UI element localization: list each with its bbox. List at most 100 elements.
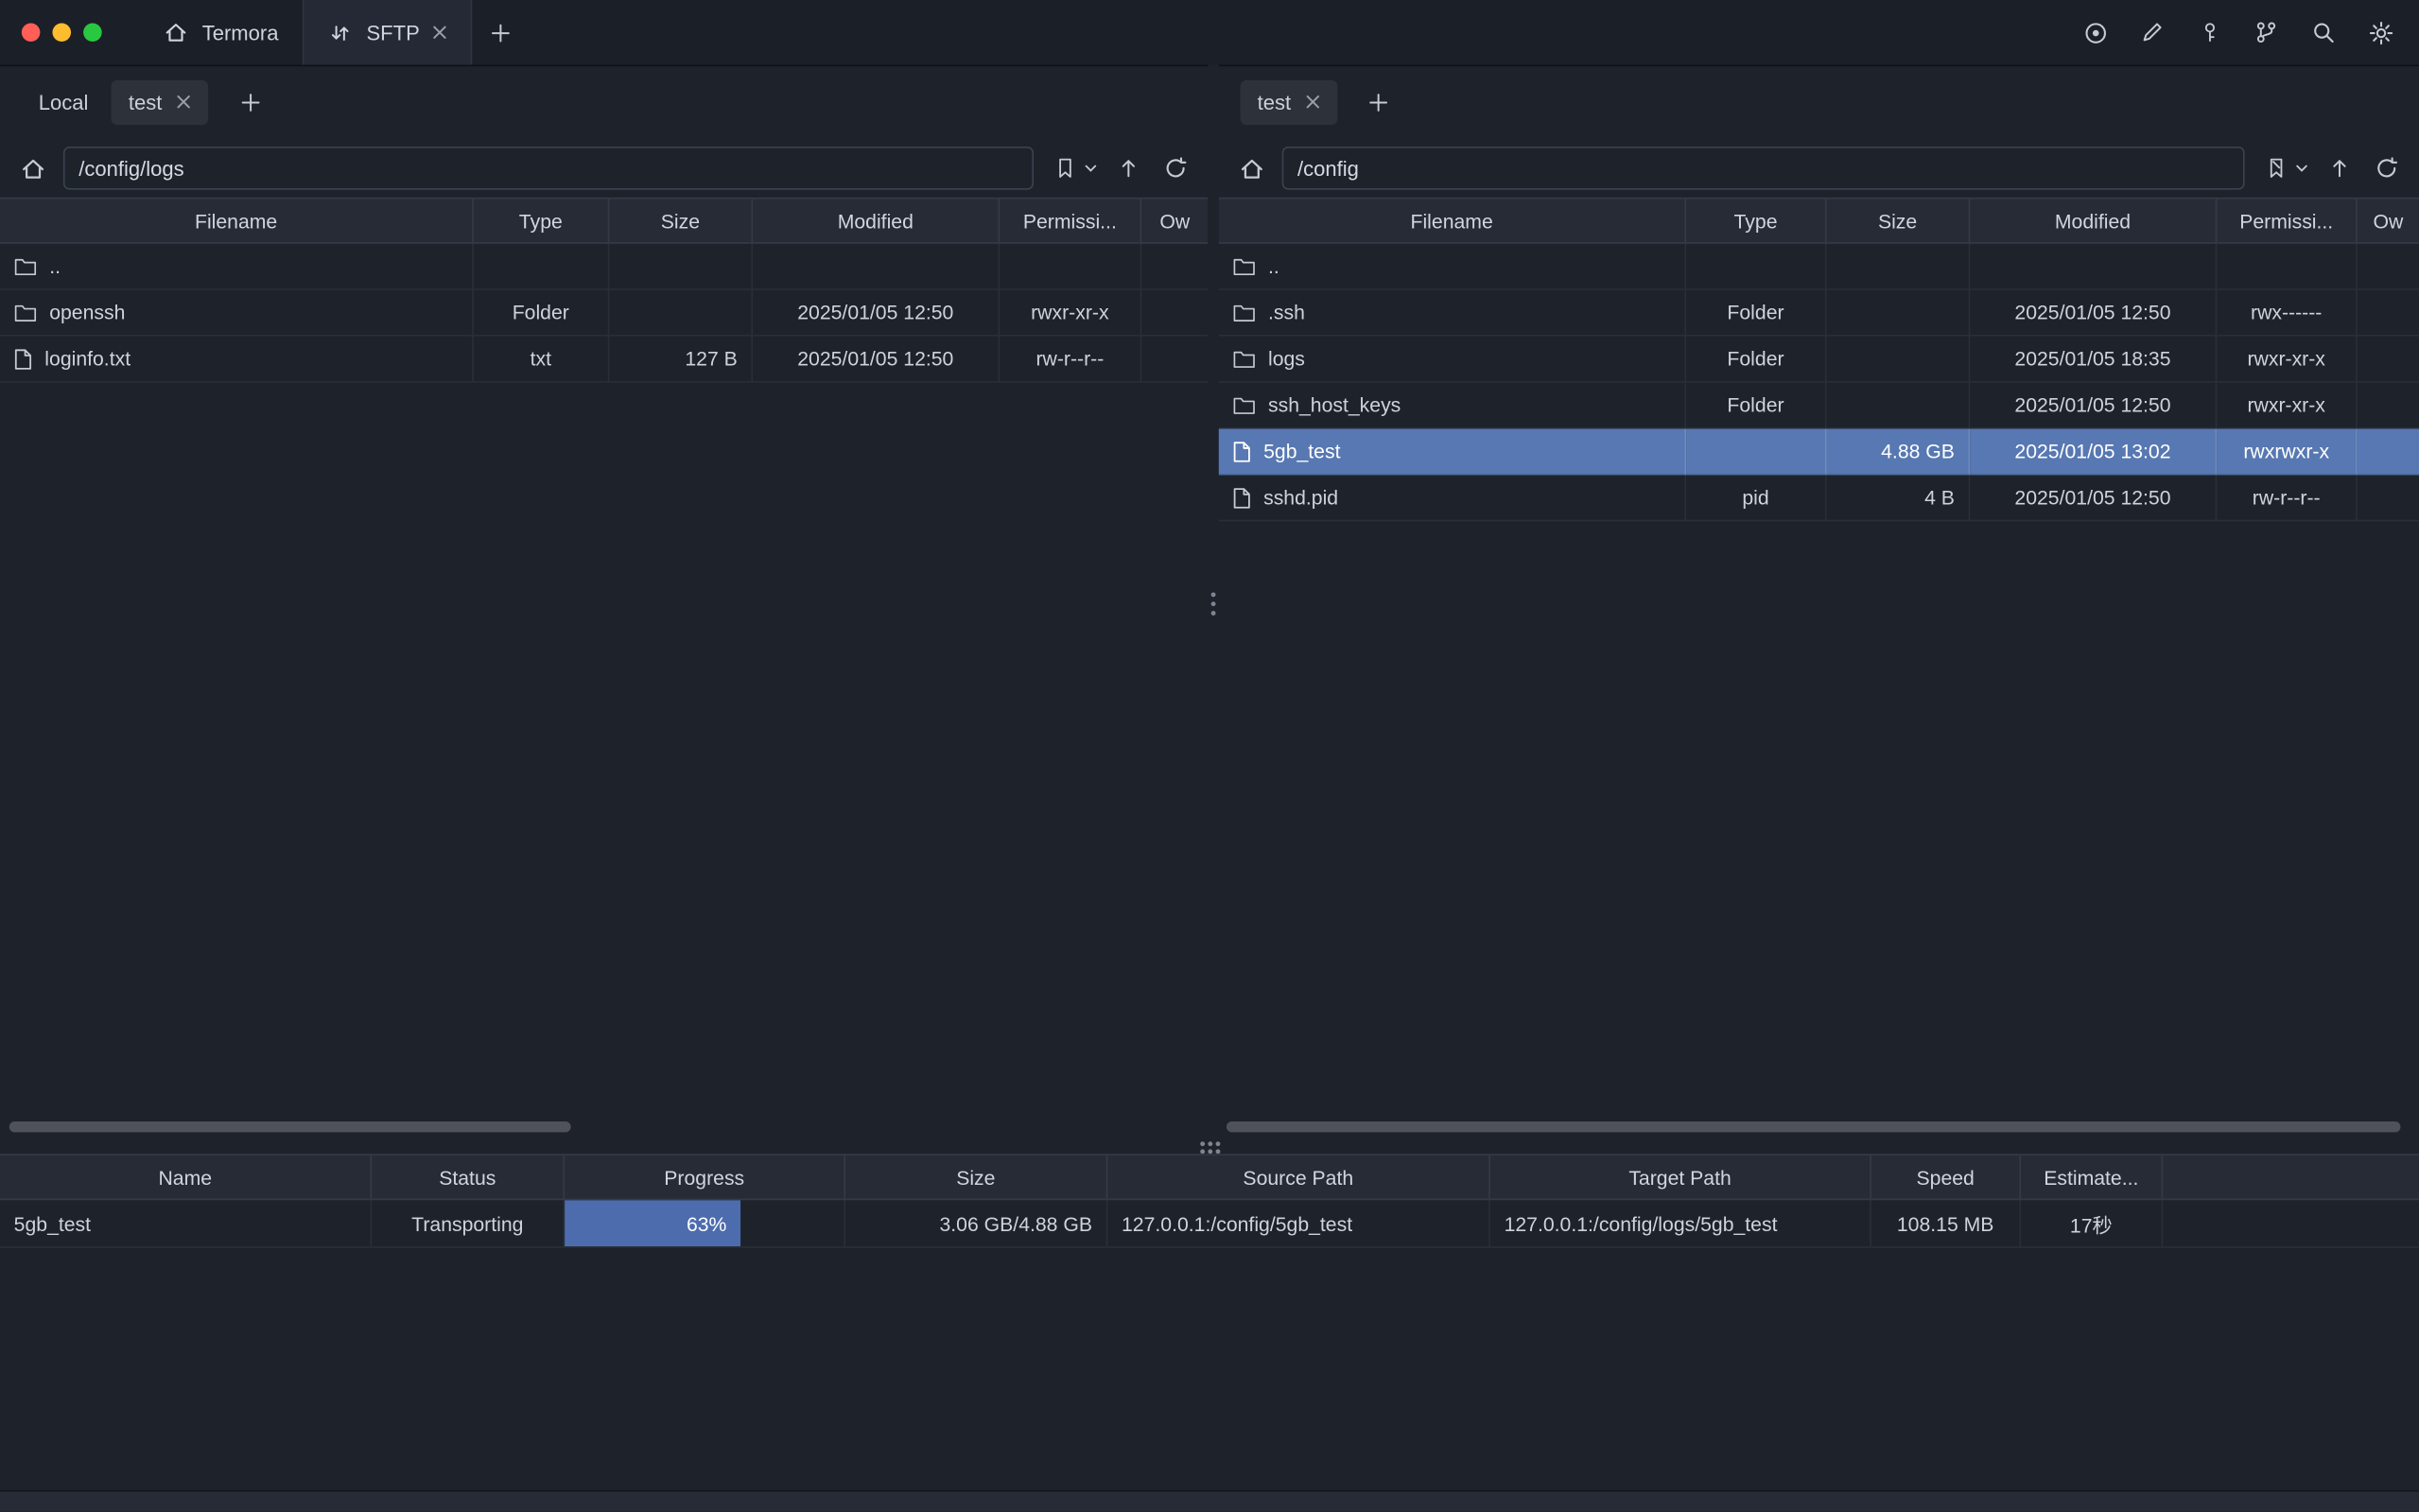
transfer-panel-splitter[interactable] — [0, 1141, 2419, 1154]
column-header-type[interactable]: Type — [474, 199, 610, 242]
app-tab-label: Termora — [202, 21, 279, 43]
folder-icon — [1232, 349, 1255, 369]
progress-bar: 63% — [565, 1200, 740, 1246]
pane-tab-label: test — [129, 90, 163, 113]
bookmark-button[interactable] — [1048, 151, 1097, 185]
column-header-speed[interactable]: Speed — [1871, 1156, 2021, 1199]
splitter-grip-icon — [1199, 1141, 1219, 1154]
transfer-row[interactable]: 5gb_test Transporting 63% 3.06 GB/4.88 G… — [0, 1200, 2419, 1248]
horizontal-scrollbar[interactable] — [1227, 1121, 2400, 1132]
column-header-permissions[interactable]: Permissi... — [1000, 199, 1141, 242]
splitter-grip-icon — [1211, 592, 1216, 615]
edit-icon[interactable] — [2138, 19, 2166, 46]
app-tab-bar: Termora SFTP — [139, 0, 528, 65]
app-tab-label: SFTP — [366, 21, 419, 43]
transfer-speed: 108.15 MB — [1871, 1200, 2021, 1248]
folder-icon — [14, 256, 37, 276]
close-tab-icon[interactable] — [432, 25, 447, 40]
column-header-estimate[interactable]: Estimate... — [2021, 1156, 2163, 1199]
transfer-status: Transporting — [372, 1200, 565, 1248]
chevron-down-icon — [2295, 162, 2307, 174]
home-icon[interactable] — [15, 151, 49, 185]
folder-icon — [1232, 395, 1255, 415]
column-header-target-path[interactable]: Target Path — [1490, 1156, 1871, 1199]
horizontal-scrollbar[interactable] — [9, 1121, 571, 1132]
local-pane-tab-bar: Local test — [0, 65, 1208, 139]
close-tab-icon[interactable] — [176, 95, 191, 110]
new-pane-tab-button[interactable] — [227, 80, 273, 124]
record-icon[interactable] — [2081, 19, 2109, 46]
folder-icon — [1232, 256, 1255, 276]
column-header-owner[interactable]: Ow — [2358, 199, 2419, 242]
tab-termora-home[interactable]: Termora — [139, 0, 302, 65]
local-path-input[interactable] — [63, 147, 1034, 190]
column-header-filler — [2163, 1156, 2419, 1199]
table-row[interactable]: .. — [0, 244, 1208, 290]
column-header-filename[interactable]: Filename — [1219, 199, 1686, 242]
settings-gear-icon[interactable] — [2367, 19, 2394, 46]
tab-sftp[interactable]: SFTP — [302, 0, 472, 65]
table-row[interactable]: ssh_host_keys Folder 2025/01/05 12:50 rw… — [1219, 383, 2419, 429]
table-row[interactable]: logs Folder 2025/01/05 18:35 rwxr-xr-x — [1219, 337, 2419, 383]
parent-directory-icon[interactable] — [1111, 151, 1145, 185]
chevron-down-icon — [1085, 162, 1097, 174]
remote-file-table: Filename Type Size Modified Permissi... … — [1219, 198, 2419, 522]
key-icon[interactable] — [2195, 19, 2222, 46]
new-pane-tab-button[interactable] — [1356, 80, 1402, 124]
column-header-progress[interactable]: Progress — [565, 1156, 845, 1199]
table-row[interactable]: sshd.pid pid 4 B 2025/01/05 12:50 rw-r--… — [1219, 475, 2419, 521]
refresh-icon[interactable] — [1158, 151, 1192, 185]
table-header-row: Filename Type Size Modified Permissi... … — [0, 198, 1208, 244]
column-header-source-path[interactable]: Source Path — [1107, 1156, 1490, 1199]
close-tab-icon[interactable] — [1305, 95, 1320, 110]
column-header-status[interactable]: Status — [372, 1156, 565, 1199]
file-icon — [1232, 487, 1251, 509]
table-row[interactable]: openssh Folder 2025/01/05 12:50 rwxr-xr-… — [0, 290, 1208, 337]
home-icon — [162, 19, 189, 46]
tab-test-remote[interactable]: test — [1241, 79, 1337, 124]
search-icon[interactable] — [2309, 19, 2337, 46]
table-row-selected[interactable]: 5gb_test 4.88 GB 2025/01/05 13:02 rwxrwx… — [1219, 429, 2419, 476]
remote-file-panel: test — [1219, 65, 2419, 1142]
close-window-button[interactable] — [22, 23, 41, 42]
progress-label: 63% — [687, 1211, 726, 1234]
table-row[interactable]: loginfo.txt txt 127 B 2025/01/05 12:50 r… — [0, 337, 1208, 383]
table-row[interactable]: .ssh Folder 2025/01/05 12:50 rwx------ — [1219, 290, 2419, 337]
transfer-panel: Name Status Progress Size Source Path Ta… — [0, 1154, 2419, 1248]
remote-path-input[interactable] — [1282, 147, 2245, 190]
pane-splitter[interactable] — [1208, 65, 1218, 1142]
new-app-tab-button[interactable] — [472, 0, 528, 65]
column-header-filename[interactable]: Filename — [0, 199, 474, 242]
status-bar — [0, 1490, 2419, 1512]
tab-test-local[interactable]: test — [112, 79, 208, 124]
minimize-window-button[interactable] — [52, 23, 71, 42]
column-header-permissions[interactable]: Permissi... — [2217, 199, 2357, 242]
column-header-name[interactable]: Name — [0, 1156, 372, 1199]
pane-tab-label: test — [1258, 90, 1292, 113]
column-header-size[interactable]: Size — [609, 199, 753, 242]
branch-icon[interactable] — [2253, 19, 2280, 46]
column-header-modified[interactable]: Modified — [1970, 199, 2217, 242]
tab-local[interactable]: Local — [22, 79, 106, 124]
transfer-estimate: 17秒 — [2021, 1200, 2163, 1248]
local-path-bar — [0, 139, 1208, 198]
table-row[interactable]: .. — [1219, 244, 2419, 290]
column-header-size[interactable]: Size — [845, 1156, 1107, 1199]
parent-directory-icon[interactable] — [2322, 151, 2356, 185]
column-header-size[interactable]: Size — [1827, 199, 1971, 242]
zoom-window-button[interactable] — [83, 23, 102, 42]
column-header-owner[interactable]: Ow — [1141, 199, 1208, 242]
column-header-type[interactable]: Type — [1686, 199, 1826, 242]
bookmark-button[interactable] — [2258, 151, 2307, 185]
local-file-table: Filename Type Size Modified Permissi... … — [0, 198, 1208, 383]
bookmark-icon — [1048, 151, 1082, 185]
transfer-name: 5gb_test — [0, 1200, 372, 1248]
column-header-modified[interactable]: Modified — [753, 199, 1000, 242]
transfer-size: 3.06 GB/4.88 GB — [845, 1200, 1107, 1248]
local-file-panel: Local test — [0, 65, 1208, 1142]
folder-icon — [1232, 303, 1255, 322]
termora-window: Termora SFTP — [0, 0, 2419, 1512]
home-icon[interactable] — [1234, 151, 1268, 185]
remote-pane-tab-bar: test — [1219, 65, 2419, 139]
refresh-icon[interactable] — [2370, 151, 2404, 185]
